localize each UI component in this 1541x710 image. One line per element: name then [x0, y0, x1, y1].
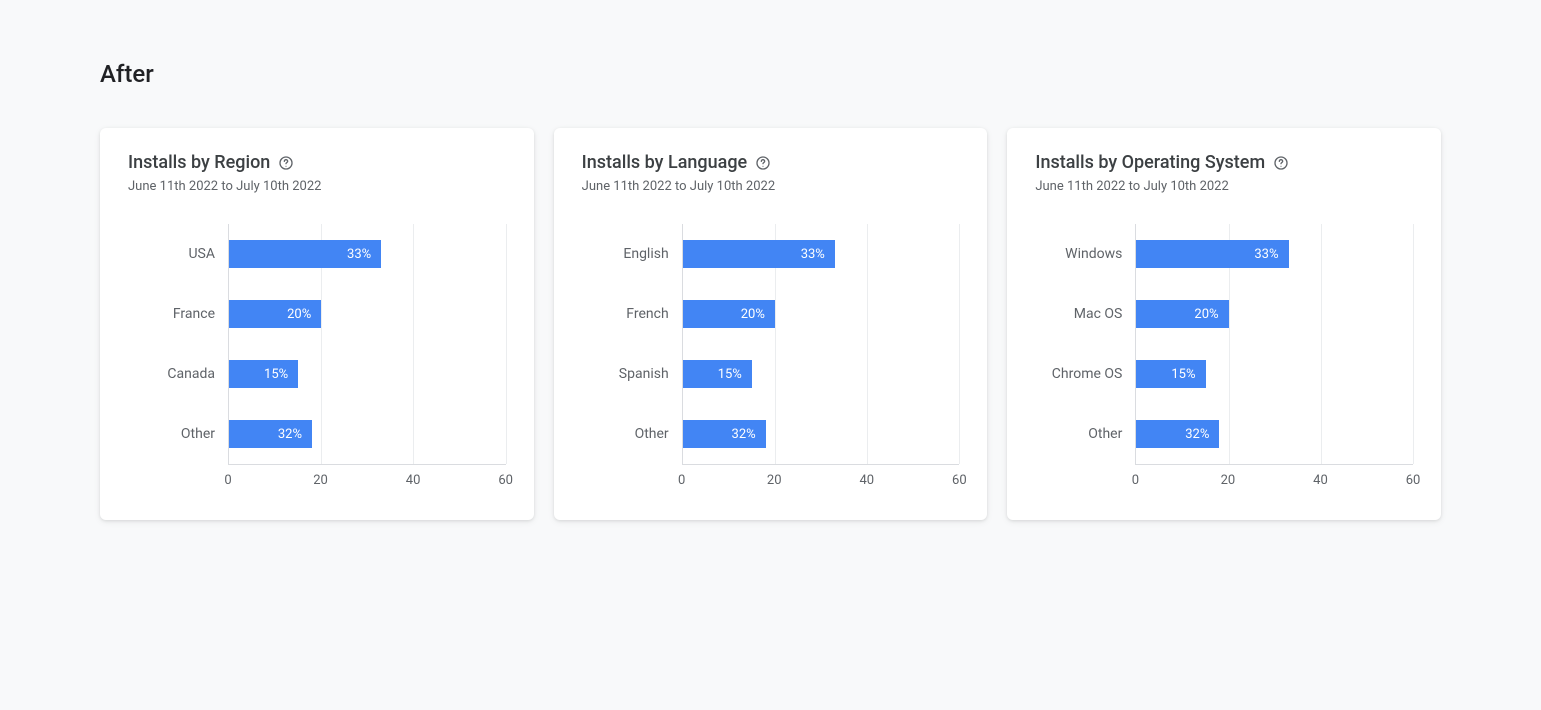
bar-label: Mac OS	[1074, 306, 1123, 322]
bar-fill: 32%	[1136, 420, 1219, 448]
chart-region: USA33%France20%Canada15%Other32% 0204060	[128, 224, 506, 492]
bar-label: Other	[1088, 426, 1122, 442]
bar-label: Chrome OS	[1052, 366, 1123, 382]
bar-row: Other32%	[683, 420, 960, 448]
plot-area: Windows33% Mac OS20% Chrome OS15% Other32%	[1135, 224, 1413, 464]
card-header: Installs by Language	[582, 152, 960, 173]
card-language: Installs by Language June 11th 2022 to J…	[554, 128, 988, 520]
bar-label: Other	[635, 426, 669, 442]
bar-fill: 33%	[1136, 240, 1288, 268]
bar-row: Canada15%	[229, 360, 506, 388]
cards-row: Installs by Region June 11th 2022 to Jul…	[100, 128, 1441, 520]
bar-value: 15%	[264, 367, 288, 382]
bar-value: 32%	[278, 427, 302, 442]
card-subtitle: June 11th 2022 to July 10th 2022	[582, 179, 960, 194]
bar-fill: 33%	[229, 240, 381, 268]
card-header: Installs by Operating System	[1035, 152, 1413, 173]
axis-tick: 0	[678, 473, 685, 488]
x-axis: 0204060	[682, 464, 960, 492]
bar-fill: 15%	[683, 360, 752, 388]
bar-value: 33%	[801, 247, 825, 262]
bar-value: 15%	[1171, 367, 1195, 382]
axis-tick: 40	[1313, 473, 1328, 488]
gridline	[506, 224, 507, 464]
help-icon[interactable]	[755, 155, 771, 171]
bar-fill: 15%	[229, 360, 298, 388]
help-icon[interactable]	[278, 155, 294, 171]
card-subtitle: June 11th 2022 to July 10th 2022	[128, 179, 506, 194]
card-region: Installs by Region June 11th 2022 to Jul…	[100, 128, 534, 520]
bar-value: 20%	[741, 307, 765, 322]
gridline	[1413, 224, 1414, 464]
bar-label: France	[173, 306, 215, 322]
bar-label: Spanish	[619, 366, 669, 382]
help-icon[interactable]	[1273, 155, 1289, 171]
bar-value: 20%	[1194, 307, 1218, 322]
card-title: Installs by Operating System	[1035, 152, 1265, 173]
bar-row: English33%	[683, 240, 960, 268]
bar-row: Spanish15%	[683, 360, 960, 388]
bar-row: France20%	[229, 300, 506, 328]
bar-fill: 20%	[229, 300, 321, 328]
bar-label: USA	[188, 246, 215, 262]
axis-tick: 60	[1406, 473, 1421, 488]
bar-row: Windows33%	[1136, 240, 1413, 268]
bar-value: 33%	[1254, 247, 1278, 262]
card-os: Installs by Operating System June 11th 2…	[1007, 128, 1441, 520]
x-axis: 0204060	[228, 464, 506, 492]
plot-area: English33% French20% Spanish15% Other32%	[682, 224, 960, 464]
bars: USA33% France20% Canada15% Other32%	[229, 224, 506, 464]
card-header: Installs by Region	[128, 152, 506, 173]
bar-value: 32%	[1185, 427, 1209, 442]
card-subtitle: June 11th 2022 to July 10th 2022	[1035, 179, 1413, 194]
axis-tick: 40	[406, 473, 421, 488]
card-title: Installs by Language	[582, 152, 748, 173]
axis-tick: 60	[498, 473, 513, 488]
axis-tick: 40	[859, 473, 874, 488]
bar-value: 32%	[732, 427, 756, 442]
axis-tick: 20	[1221, 473, 1236, 488]
chart-os: Windows33%Mac OS20%Chrome OS15%Other32% …	[1035, 224, 1413, 492]
bar-value: 15%	[718, 367, 742, 382]
bar-label: English	[623, 246, 668, 262]
axis-tick: 60	[952, 473, 967, 488]
bar-value: 33%	[347, 247, 371, 262]
axis-tick: 0	[224, 473, 231, 488]
gridline	[959, 224, 960, 464]
bar-fill: 20%	[683, 300, 775, 328]
plot-area: USA33% France20% Canada15% Other32%	[228, 224, 506, 464]
bar-row: Other32%	[1136, 420, 1413, 448]
bars: English33% French20% Spanish15% Other32%	[683, 224, 960, 464]
bar-value: 20%	[287, 307, 311, 322]
card-title: Installs by Region	[128, 152, 270, 173]
page-title: After	[100, 60, 1441, 88]
bar-label: Windows	[1065, 246, 1122, 262]
bar-fill: 15%	[1136, 360, 1205, 388]
bar-fill: 20%	[1136, 300, 1228, 328]
axis-tick: 20	[767, 473, 782, 488]
bar-label: Canada	[167, 366, 215, 382]
x-axis: 0204060	[1135, 464, 1413, 492]
bar-label: French	[626, 306, 668, 322]
bar-fill: 32%	[683, 420, 766, 448]
bar-label: Other	[181, 426, 215, 442]
bar-fill: 32%	[229, 420, 312, 448]
bars: Windows33% Mac OS20% Chrome OS15% Other32%	[1136, 224, 1413, 464]
bar-row: Mac OS20%	[1136, 300, 1413, 328]
bar-row: French20%	[683, 300, 960, 328]
axis-tick: 0	[1132, 473, 1139, 488]
bar-row: Other32%	[229, 420, 506, 448]
chart-language: English33%French20%Spanish15%Other32% 02…	[582, 224, 960, 492]
axis-tick: 20	[313, 473, 328, 488]
bar-fill: 33%	[683, 240, 835, 268]
bar-row: USA33%	[229, 240, 506, 268]
bar-row: Chrome OS15%	[1136, 360, 1413, 388]
